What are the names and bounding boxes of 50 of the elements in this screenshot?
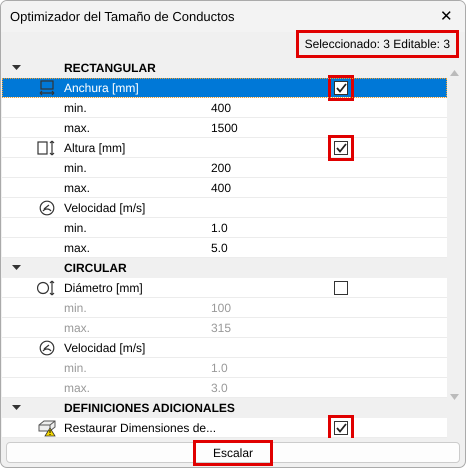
- height-dimension-icon: [37, 140, 57, 156]
- gauge-icon: [39, 340, 55, 356]
- range-value: 400: [211, 180, 232, 194]
- range-label: min.: [64, 160, 87, 174]
- range-value: 1500: [211, 120, 238, 134]
- range-label: max.: [64, 180, 90, 194]
- range-label: min.: [64, 300, 87, 314]
- range-label: min.: [64, 220, 87, 234]
- range-label: max.: [64, 240, 90, 254]
- section-header: CIRCULAR: [64, 260, 127, 277]
- checkbox[interactable]: [334, 420, 348, 434]
- parameter-label: Restaurar Dimensiones de...: [64, 420, 216, 434]
- expand-caret-icon[interactable]: [12, 65, 20, 71]
- parameter-row[interactable]: Velocidad [m/s]: [2, 198, 447, 218]
- gauge-icon: [39, 200, 55, 216]
- scroll-down-icon: [450, 394, 458, 400]
- section-header: DEFINICIONES ADICIONALES: [64, 400, 235, 417]
- range-label: min.: [64, 100, 87, 114]
- parameter-label: Diámetro [mm]: [64, 280, 143, 294]
- parameter-row[interactable]: Altura [mm]: [2, 138, 447, 158]
- range-label: max.: [64, 380, 90, 394]
- checkbox[interactable]: [334, 80, 348, 94]
- range-value: 5.0: [211, 240, 228, 254]
- expand-caret-icon[interactable]: [12, 405, 20, 411]
- range-value: 3.0: [211, 380, 228, 394]
- scroll-up-icon: [450, 70, 458, 76]
- parameter-row[interactable]: Anchura [mm]: [2, 78, 447, 98]
- close-button[interactable]: ✕: [436, 9, 457, 24]
- range-value: 100: [211, 300, 232, 314]
- range-label: max.: [64, 320, 90, 334]
- duct-warning-icon: [37, 418, 57, 436]
- window-title: Optimizador del Tamaño de Conductos: [10, 8, 234, 26]
- checkbox[interactable]: [334, 140, 348, 154]
- range-value: 1.0: [211, 360, 228, 374]
- range-label: min.: [64, 360, 87, 374]
- parameter-label: Velocidad [m/s]: [64, 200, 146, 214]
- section-header: RECTANGULAR: [64, 60, 156, 77]
- parameter-label: Velocidad [m/s]: [64, 340, 146, 354]
- parameter-label: Altura [mm]: [64, 140, 126, 154]
- selection-status: Seleccionado: 3 Editable: 3: [298, 32, 456, 55]
- diameter-icon: [37, 280, 57, 296]
- range-value: 1.0: [211, 220, 228, 234]
- expand-caret-icon[interactable]: [12, 265, 20, 271]
- parameter-label: Anchura [mm]: [64, 80, 139, 94]
- range-value: 315: [211, 320, 232, 334]
- range-label: max.: [64, 120, 90, 134]
- range-value: 400: [211, 100, 232, 114]
- scale-button[interactable]: Escalar: [6, 442, 460, 463]
- range-value: 200: [211, 160, 232, 174]
- width-dimension-icon: [38, 80, 56, 96]
